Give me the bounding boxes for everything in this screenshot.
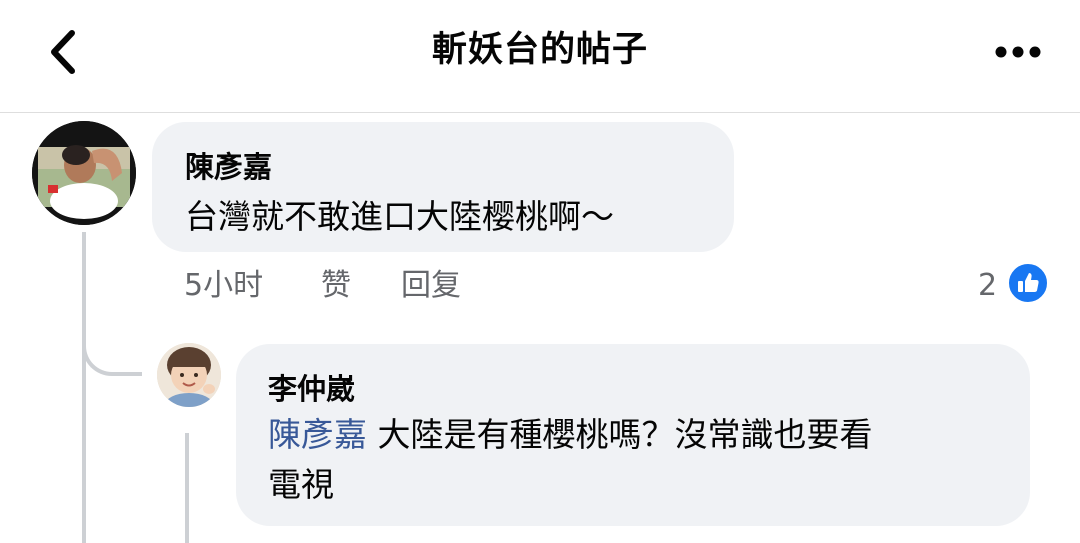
thread-connector — [82, 310, 142, 376]
reply-button[interactable]: 回复 — [401, 266, 461, 306]
avatar[interactable] — [157, 343, 221, 407]
top-bar: 斬妖台的帖子 — [0, 0, 1080, 113]
avatar[interactable] — [32, 121, 136, 225]
like-button[interactable]: 赞 — [321, 266, 351, 306]
reply-bubble: 李仲崴 陳彥嘉 大陸是有種櫻桃嗎？沒常識也要看 電視 — [236, 344, 1030, 526]
post-comments-screen: 斬妖台的帖子 陳彥嘉 台灣就不敢進口大陸樱桃啊～ 5小时 赞 回复 2 李仲崴 … — [0, 0, 1080, 543]
thread-line — [82, 232, 86, 543]
profile-photo — [32, 121, 136, 225]
comment-text: 台灣就不敢進口大陸樱桃啊～ — [185, 197, 614, 236]
more-horizontal-icon — [995, 46, 1041, 58]
reply-text-line2: 電視 — [268, 465, 334, 504]
comment-author[interactable]: 陳彥嘉 — [185, 144, 272, 186]
reply-text: 陳彥嘉 大陸是有種櫻桃嗎？沒常識也要看 電視 — [268, 410, 1008, 510]
mention-link[interactable]: 陳彥嘉 — [268, 415, 367, 454]
comment-bubble: 陳彥嘉 台灣就不敢進口大陸樱桃啊～ — [152, 122, 734, 252]
page-title: 斬妖台的帖子 — [431, 30, 648, 70]
thumbs-up-icon[interactable] — [1006, 261, 1050, 305]
reply-text-line1: 大陸是有種櫻桃嗎？沒常識也要看 — [367, 415, 873, 454]
profile-photo — [157, 343, 221, 407]
comment-timestamp[interactable]: 5小时 — [184, 266, 263, 306]
reaction-count[interactable]: 2 — [978, 266, 997, 306]
more-options-button[interactable] — [990, 28, 1046, 76]
reply-thread-line — [185, 433, 189, 543]
thumbs-up-glyph — [1018, 273, 1039, 292]
reply-author[interactable]: 李仲崴 — [268, 366, 355, 408]
